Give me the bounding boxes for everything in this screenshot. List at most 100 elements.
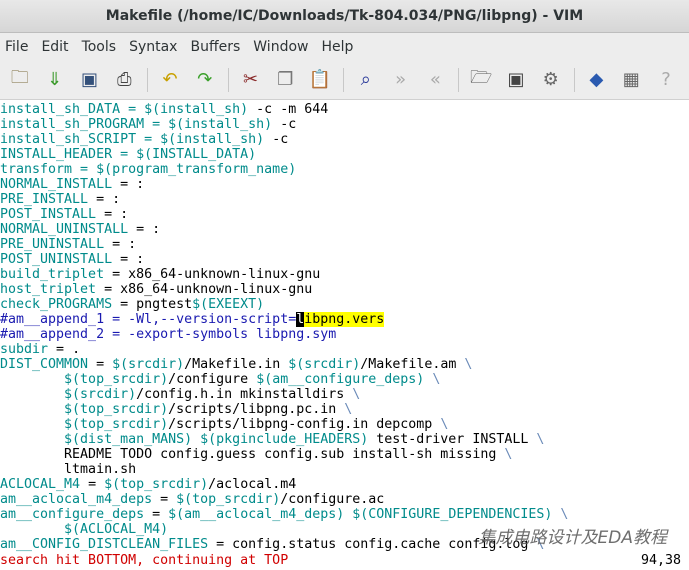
- code-token: =: [88, 357, 113, 372]
- code-line: host_triplet = x86_64-unknown-linux-gnu: [0, 282, 689, 297]
- code-token: \: [464, 357, 473, 372]
- code-token: $(top_srcdir): [0, 402, 169, 417]
- menu-help[interactable]: Help: [320, 39, 361, 55]
- code-line: am__aclocal_m4_deps = $(top_srcdir)/conf…: [0, 492, 689, 507]
- menu-file[interactable]: File: [4, 39, 36, 55]
- code-token: am__aclocal_m4_deps: [0, 492, 153, 507]
- print-icon[interactable]: ⎙: [112, 67, 136, 93]
- code-token: =: [144, 507, 169, 522]
- code-token: build_triplet: [0, 267, 105, 282]
- code-line: ltmain.sh: [0, 462, 689, 477]
- code-token: am__configure_deps: [0, 507, 145, 522]
- code-token: \: [536, 432, 545, 447]
- open-icon[interactable]: 🗀: [8, 67, 32, 93]
- code-token: test-driver INSTALL: [368, 432, 537, 447]
- make-icon[interactable]: ◆: [585, 67, 609, 93]
- code-token: PRE_INSTALL: [0, 192, 89, 207]
- code-token: $(EXEEXT): [192, 297, 265, 312]
- toolbar-separator: [227, 67, 229, 92]
- code-token: = x86_64-unknown-linux-gnu: [96, 282, 313, 297]
- menu-syntax[interactable]: Syntax: [128, 39, 185, 55]
- code-token: = pngtest: [112, 297, 193, 312]
- code-token: = x86_64-unknown-linux-gnu: [104, 267, 321, 282]
- save-download-icon[interactable]: ⇓: [43, 67, 67, 93]
- code-line: PRE_INSTALL = :: [0, 192, 689, 207]
- code-token: POST_INSTALL: [0, 207, 97, 222]
- copy-icon[interactable]: ❐: [273, 67, 297, 93]
- status-message: search hit BOTTOM, continuing at TOP: [0, 553, 289, 568]
- code-token: $(am__aclocal_m4_deps) $(CONFIGURE_DEPEN…: [168, 507, 553, 522]
- save-session-icon[interactable]: ▣: [504, 67, 528, 93]
- watermark: 集成电路设计及EDA教程: [478, 528, 667, 548]
- menu-window[interactable]: Window: [252, 39, 316, 55]
- table-icon[interactable]: ▦: [619, 67, 643, 93]
- cut-icon[interactable]: ✂: [239, 67, 263, 93]
- code-token: $(top_srcdir): [0, 372, 169, 387]
- undo-icon[interactable]: ↶: [158, 67, 182, 93]
- code-token: $(ACLOCAL_M4): [0, 522, 169, 537]
- toolbar-separator: [147, 67, 149, 92]
- code-token: check_PROGRAMS: [0, 297, 113, 312]
- code-token: $(srcdir): [0, 387, 137, 402]
- code-token: PRE_UNINSTALL: [0, 237, 105, 252]
- code-line: $(srcdir)/config.h.in mkinstalldirs \: [0, 387, 689, 402]
- code-token: README TODO config.guess config.sub inst…: [0, 447, 505, 462]
- code-line: $(dist_man_MANS) $(pkginclude_HEADERS) t…: [0, 432, 689, 447]
- find-replace-icon[interactable]: ⌕: [354, 67, 378, 93]
- code-token: = :: [112, 177, 145, 192]
- menu-bar: File Edit Tools Syntax Buffers Window Help: [0, 33, 689, 60]
- code-token: = :: [128, 222, 161, 237]
- code-token: /scripts/libpng-config.in depcomp: [168, 417, 441, 432]
- toolbar-separator: [573, 67, 575, 92]
- code-token: /aclocal.m4: [208, 477, 297, 492]
- code-token: #am__append_1 = -Wl,--version-script=: [0, 312, 297, 327]
- code-line: $(top_srcdir)/scripts/libpng.pc.in \: [0, 402, 689, 417]
- text-editor[interactable]: install_sh_DATA = $(install_sh) -c -m 64…: [0, 101, 689, 570]
- code-token: $(srcdir): [112, 357, 185, 372]
- menu-tools[interactable]: Tools: [81, 39, 125, 55]
- code-line: subdir = .: [0, 342, 689, 357]
- redo-icon[interactable]: ↷: [193, 67, 217, 93]
- code-line: am__configure_deps = $(am__aclocal_m4_de…: [0, 507, 689, 522]
- window-title: Makefile (/home/IC/Downloads/Tk-804.034/…: [105, 8, 584, 24]
- save-icon[interactable]: ▣: [78, 67, 102, 93]
- code-token: = :: [96, 207, 129, 222]
- code-line: INSTALL_HEADER = $(INSTALL_DATA): [0, 147, 689, 162]
- code-line: NORMAL_UNINSTALL = :: [0, 222, 689, 237]
- code-token: = :: [104, 237, 137, 252]
- code-token: \: [352, 387, 361, 402]
- code-line: check_PROGRAMS = pngtest$(EXEEXT): [0, 297, 689, 312]
- code-token: = .: [48, 342, 81, 357]
- code-token: install_sh_SCRIPT = $(install_sh): [0, 132, 265, 147]
- code-token: $(am__configure_deps): [256, 372, 425, 387]
- code-token: INSTALL_HEADER = $(INSTALL_DATA): [0, 147, 257, 162]
- code-token: /Makefile.in: [184, 357, 289, 372]
- search-highlight: ibpng.vers: [304, 312, 385, 327]
- paste-icon[interactable]: 📋: [308, 67, 332, 93]
- code-token: -c: [272, 117, 297, 132]
- code-token: $(srcdir): [288, 357, 361, 372]
- status-line: search hit BOTTOM, continuing at TOP 94,…: [0, 553, 689, 568]
- code-token: $(top_srcdir): [0, 417, 169, 432]
- code-line: install_sh_SCRIPT = $(install_sh) -c: [0, 132, 689, 147]
- code-token: $(top_srcdir): [104, 477, 209, 492]
- code-line: POST_UNINSTALL = :: [0, 252, 689, 267]
- code-line: NORMAL_INSTALL = :: [0, 177, 689, 192]
- menu-buffers[interactable]: Buffers: [189, 39, 248, 55]
- toolbar-separator: [458, 67, 460, 92]
- help-icon[interactable]: ?: [654, 67, 678, 93]
- code-line: POST_INSTALL = :: [0, 207, 689, 222]
- toolbar-separator: [343, 67, 344, 92]
- find-prev-icon[interactable]: «: [424, 67, 448, 93]
- code-token: host_triplet: [0, 282, 97, 297]
- code-token: transform = $(program_transform_name): [0, 162, 297, 177]
- code-token: \: [344, 402, 353, 417]
- run-script-icon[interactable]: ⚙: [539, 67, 563, 93]
- menu-edit[interactable]: Edit: [40, 39, 76, 55]
- code-line: transform = $(program_transform_name): [0, 162, 689, 177]
- code-token: NORMAL_UNINSTALL: [0, 222, 129, 237]
- load-session-icon[interactable]: 🗁: [469, 67, 493, 93]
- find-next-icon[interactable]: »: [389, 67, 413, 93]
- code-token: ltmain.sh: [0, 462, 137, 477]
- code-token: ACLOCAL_M4: [0, 477, 81, 492]
